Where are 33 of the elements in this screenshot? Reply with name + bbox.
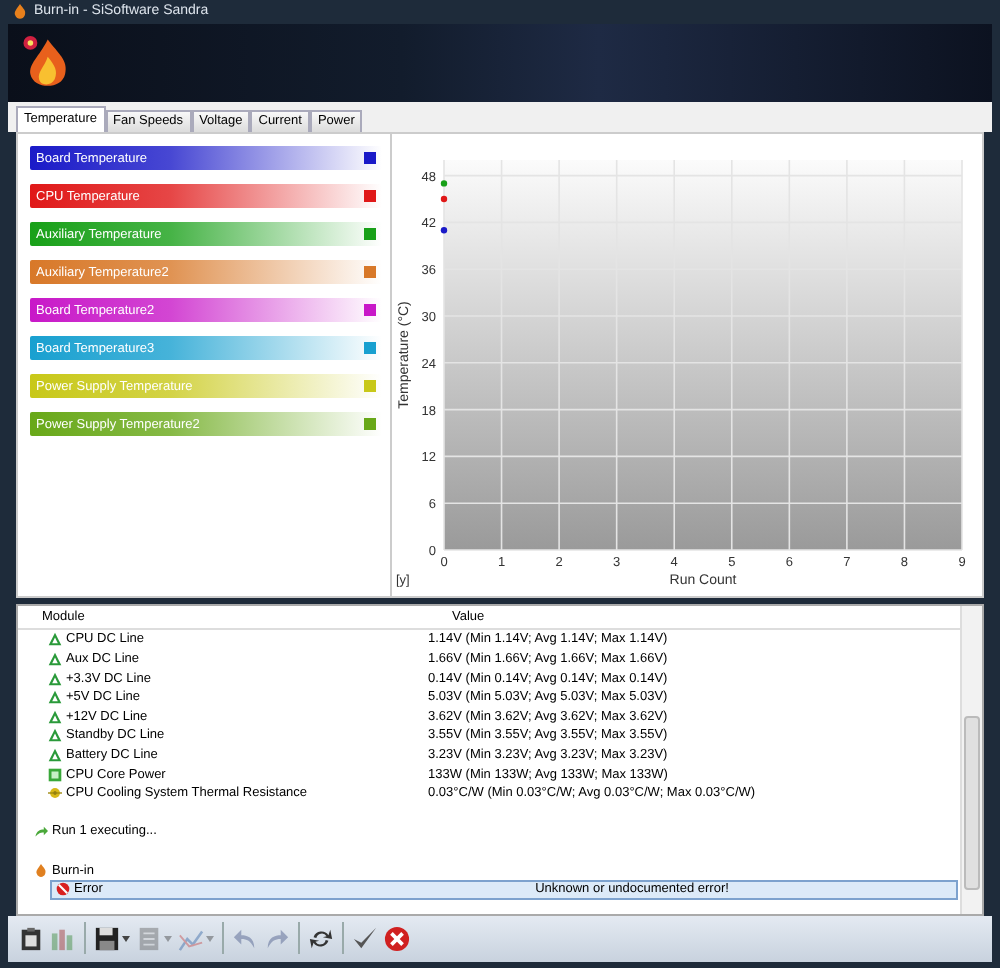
square-icon xyxy=(48,767,62,782)
triangle-icon xyxy=(48,690,62,705)
data-point xyxy=(440,227,448,234)
bar-chart-icon xyxy=(50,925,76,952)
undo-icon xyxy=(232,925,258,952)
arrow-icon xyxy=(34,824,48,839)
clipboard-icon xyxy=(18,925,44,952)
check-icon xyxy=(352,925,378,952)
triangle-icon xyxy=(48,632,62,647)
document-icon xyxy=(136,925,162,952)
toolbar-button[interactable] xyxy=(16,923,46,954)
refresh-icon xyxy=(308,925,334,952)
dropdown-caret-icon xyxy=(206,935,214,942)
toolbar-button[interactable] xyxy=(92,923,132,954)
data-point xyxy=(440,196,448,203)
triangle-icon xyxy=(48,748,62,762)
data-point xyxy=(440,180,448,187)
stop-icon xyxy=(384,925,410,952)
redo-icon xyxy=(264,925,290,952)
scroll-bar[interactable] xyxy=(960,606,982,914)
flame-icon xyxy=(34,863,48,878)
line-chart-icon xyxy=(178,925,204,952)
triangle-icon xyxy=(48,652,62,667)
triangle-icon xyxy=(48,671,62,686)
fan-icon xyxy=(48,786,62,801)
toolbar-button[interactable] xyxy=(350,923,380,954)
flame-icon xyxy=(12,3,28,20)
triangle-icon xyxy=(48,709,62,724)
save-icon xyxy=(94,925,120,952)
error-icon xyxy=(56,882,70,897)
dropdown-caret-icon xyxy=(122,935,130,942)
dropdown-caret-icon xyxy=(164,935,172,942)
triangle-icon xyxy=(48,728,62,743)
